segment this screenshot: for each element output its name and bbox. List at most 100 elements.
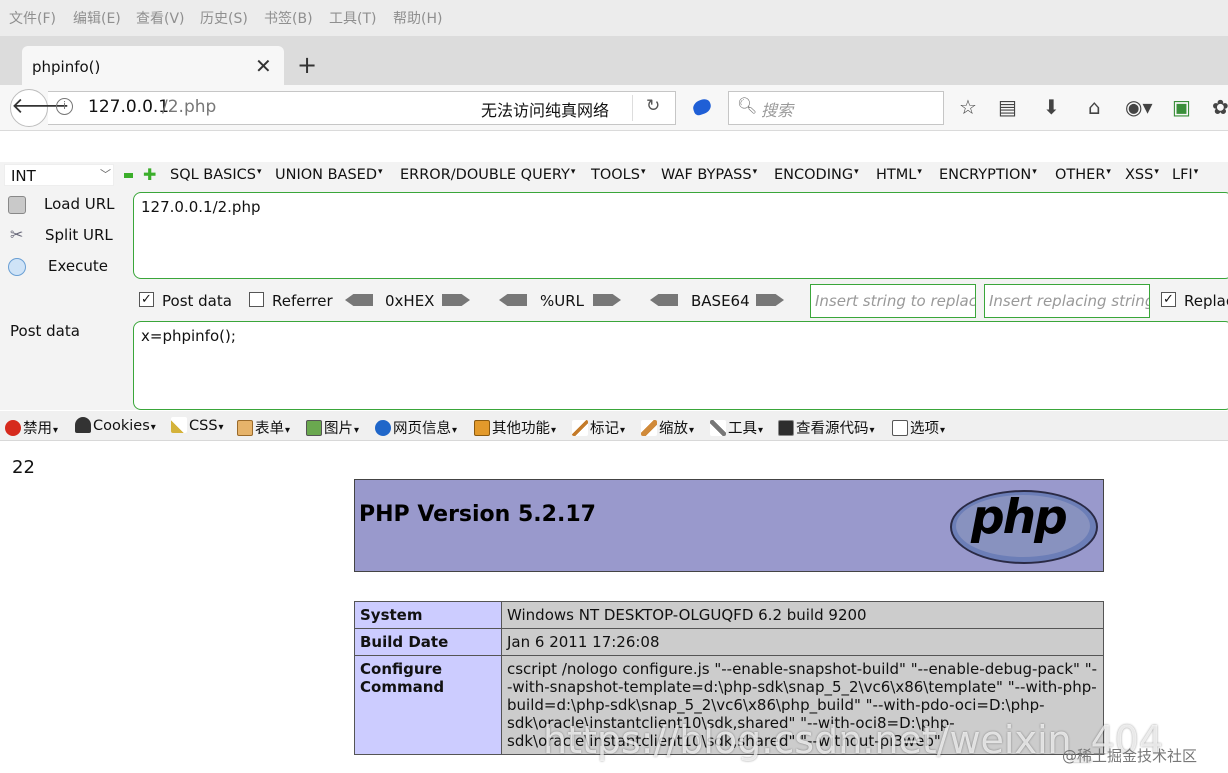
url-host: 127.0.0.1 xyxy=(88,97,170,117)
post-data-textarea[interactable]: x=phpinfo(); xyxy=(133,321,1228,410)
php-version-title: PHP Version 5.2.17 xyxy=(359,502,596,527)
menu-html[interactable]: HTML xyxy=(876,167,922,183)
wd-tools-label: 工具 xyxy=(728,421,757,437)
replace-all-label: Replace All xyxy=(1184,292,1228,310)
info-icon[interactable]: i xyxy=(56,98,73,115)
wd-misc[interactable]: 其他功能 xyxy=(474,417,556,438)
wd-page-info[interactable]: 网页信息 xyxy=(375,417,457,438)
wand-icon xyxy=(171,417,187,433)
referrer-label: Referrer xyxy=(272,292,333,310)
wd-disable[interactable]: 禁用 xyxy=(5,417,58,438)
wd-view-source-label: 查看源代码 xyxy=(796,421,869,437)
menu-bar: 文件(F) 编辑(E) 查看(V) 历史(S) 书签(B) 工具(T) 帮助(H… xyxy=(0,0,1228,36)
menu-other[interactable]: OTHER xyxy=(1055,167,1111,183)
row-key: Build Date xyxy=(354,628,502,656)
menu-waf-bypass[interactable]: WAF BYPASS xyxy=(661,167,757,183)
watermark-secondary: @稀土掘金技术社区 xyxy=(1062,747,1198,765)
execute-icon xyxy=(8,258,26,276)
wd-forms[interactable]: 表单 xyxy=(237,417,290,438)
menu-view[interactable]: 查看(V) xyxy=(136,8,185,28)
wd-css[interactable]: CSS xyxy=(171,417,224,434)
row-key: System xyxy=(354,601,502,629)
url-textarea[interactable]: 127.0.0.1/2.php xyxy=(133,192,1228,279)
network-status: 无法访问纯真网络 xyxy=(481,101,610,120)
referrer-checkbox[interactable] xyxy=(249,292,264,307)
row-value: Windows NT DESKTOP-OLGUQFD 6.2 build 920… xyxy=(501,601,1104,629)
menu-sql-basics[interactable]: SQL BASICS xyxy=(170,167,262,183)
tools-icon xyxy=(710,420,726,436)
row-value: Jan 6 2011 17:26:08 xyxy=(501,628,1104,656)
home-icon[interactable]: ⌂ xyxy=(1088,95,1101,119)
search-placeholder: 搜索 xyxy=(761,101,794,120)
wd-outline[interactable]: 标记 xyxy=(572,417,625,438)
menu-file[interactable]: 文件(F) xyxy=(9,8,56,28)
menu-history[interactable]: 历史(S) xyxy=(200,8,248,28)
wd-misc-label: 其他功能 xyxy=(492,421,550,437)
menu-lfi[interactable]: LFI xyxy=(1172,167,1198,183)
menu-xss[interactable]: XSS xyxy=(1125,167,1159,183)
close-icon[interactable]: ✕ xyxy=(255,54,272,78)
row-key: Configure Command xyxy=(354,655,502,755)
type-select[interactable]: INT xyxy=(4,164,114,186)
menu-tools[interactable]: TOOLS xyxy=(591,167,646,183)
replace-all-checkbox[interactable]: ✓ xyxy=(1161,292,1176,307)
palette-icon[interactable]: ✿ xyxy=(1212,95,1228,119)
minus-icon[interactable] xyxy=(124,173,133,178)
globe-icon[interactable]: ◉▾ xyxy=(1125,95,1153,119)
wd-cookies-label: Cookies xyxy=(93,418,150,434)
divider xyxy=(632,95,633,121)
menu-help[interactable]: 帮助(H) xyxy=(393,8,442,28)
script-output: 22 xyxy=(12,457,35,478)
wd-options-label: 选项 xyxy=(910,421,939,437)
back-arrow-icon[interactable]: 🡐 xyxy=(10,89,70,127)
reload-icon[interactable]: ↻ xyxy=(646,96,660,116)
tab-title: phpinfo() xyxy=(32,58,101,76)
wd-resize[interactable]: 缩放 xyxy=(641,417,694,438)
menu-encryption[interactable]: ENCRYPTION xyxy=(939,167,1037,183)
new-tab-button[interactable]: + xyxy=(297,51,317,79)
menu-encoding[interactable]: ENCODING xyxy=(774,167,859,183)
scissors-icon: ✂ xyxy=(10,225,24,244)
replace-string-input[interactable]: Insert string to replace xyxy=(810,284,976,318)
menu-tools[interactable]: 工具(T) xyxy=(329,8,376,28)
wd-css-label: CSS xyxy=(189,418,218,434)
search-icon: 🔍︎ xyxy=(737,96,758,115)
wd-disable-label: 禁用 xyxy=(23,421,52,437)
post-data-section-label: Post data xyxy=(10,322,80,340)
wd-tools[interactable]: 工具 xyxy=(710,417,763,438)
bookmark-star-icon[interactable]: ☆ xyxy=(959,95,977,119)
wd-view-source[interactable]: 查看源代码 xyxy=(778,417,875,438)
load-url-button[interactable]: Load URL xyxy=(44,195,115,213)
wd-images[interactable]: 图片 xyxy=(306,417,359,438)
disable-icon xyxy=(5,420,21,436)
resize-icon xyxy=(641,420,657,436)
plus-icon[interactable]: ✚ xyxy=(143,166,156,184)
execute-button[interactable]: Execute xyxy=(48,257,108,275)
pencil-icon xyxy=(572,420,588,436)
table-row: System Windows NT DESKTOP-OLGUQFD 6.2 bu… xyxy=(354,601,1104,629)
menu-union-based[interactable]: UNION BASED xyxy=(275,167,383,183)
load-url-icon xyxy=(8,196,26,214)
menu-error-double-query[interactable]: ERROR/DOUBLE QUERY xyxy=(400,167,575,183)
url-path: /2.php xyxy=(162,97,217,117)
menu-bookmarks[interactable]: 书签(B) xyxy=(264,8,313,28)
table-row: Build Date Jan 6 2011 17:26:08 xyxy=(354,628,1104,656)
wd-resize-label: 缩放 xyxy=(659,421,688,437)
image-tool-icon[interactable]: ▣ xyxy=(1172,95,1191,119)
wd-cookies[interactable]: Cookies xyxy=(75,417,156,434)
wd-options[interactable]: 选项 xyxy=(892,417,945,438)
download-icon[interactable]: ⬇ xyxy=(1043,95,1060,119)
split-url-button[interactable]: Split URL xyxy=(45,226,113,244)
menu-edit[interactable]: 编辑(E) xyxy=(73,8,121,28)
reading-list-icon[interactable]: ▤ xyxy=(998,95,1017,119)
post-data-checkbox[interactable]: ✓ xyxy=(139,292,154,307)
clipboard-icon xyxy=(237,420,253,436)
user-icon xyxy=(75,417,91,433)
replacing-string-input[interactable]: Insert replacing string xyxy=(984,284,1150,318)
wd-outline-label: 标记 xyxy=(590,421,619,437)
wd-forms-label: 表单 xyxy=(255,421,284,437)
info-circle-icon xyxy=(375,420,391,436)
options-icon xyxy=(892,420,908,436)
post-data-label: Post data xyxy=(162,292,232,310)
hex-label: 0xHEX xyxy=(385,292,435,310)
